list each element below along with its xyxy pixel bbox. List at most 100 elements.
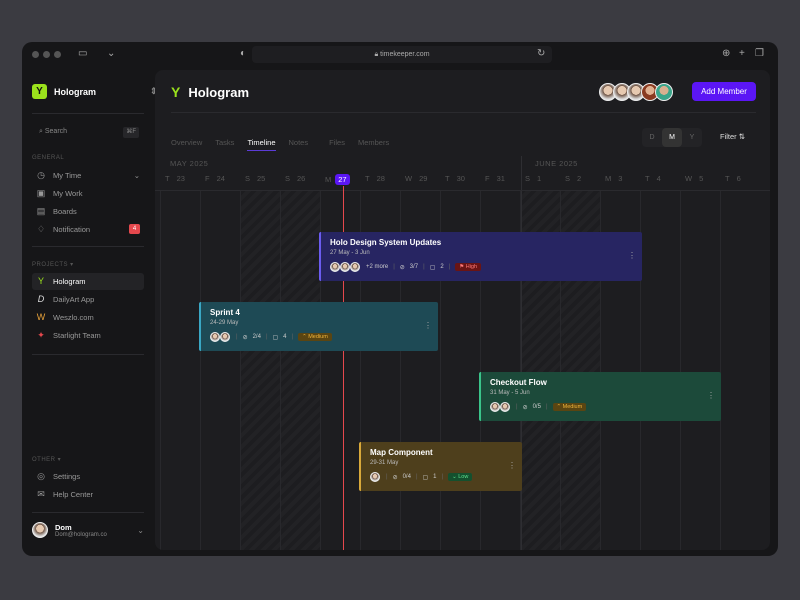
tab-bar: Overview Tasks Timeline Notes Files Memb… <box>171 138 389 151</box>
more-options-icon[interactable]: ⋮ <box>508 461 516 470</box>
priority-label: Medium <box>563 404 583 410</box>
search-shortcut: ⌘F <box>123 127 139 138</box>
task-title: Checkout Flow <box>490 378 712 387</box>
sidebar-item-my-time[interactable]: ◷My Time⌄ <box>32 167 144 184</box>
priority-badge: ⌃ Medium <box>553 403 587 411</box>
more-options-icon[interactable]: ⋮ <box>628 251 636 260</box>
member-avatars[interactable] <box>603 83 673 101</box>
tab-files[interactable]: Files <box>329 138 345 151</box>
hologram-logo-icon: Y <box>171 84 180 100</box>
close-dot[interactable] <box>32 51 39 58</box>
add-member-button[interactable]: Add Member <box>692 82 756 101</box>
avatar <box>220 332 230 342</box>
month-label: JUNE 2025 <box>535 159 578 168</box>
item-label: Hologram <box>53 273 86 290</box>
browser-toolbar: ▭ ⌄ ◐ 🔒︎ timekeeper.com ↻ ⊕ + ❐ <box>22 42 778 68</box>
day-header: S2 <box>560 174 600 183</box>
tab-overview[interactable]: Overview <box>171 138 202 151</box>
month-divider <box>521 156 522 550</box>
weekday: S <box>565 174 570 183</box>
day-header: M 27 <box>320 174 360 185</box>
item-label: DailyArt App <box>53 291 94 308</box>
shield-icon[interactable]: ◐ <box>240 48 246 59</box>
view-year[interactable]: Y <box>682 128 702 147</box>
address-bar[interactable]: 🔒︎ timekeeper.com <box>252 46 552 63</box>
sidebar-item-boards[interactable]: ▤Boards <box>32 203 144 220</box>
task-bar[interactable]: Map Component 29-31 May |⊘0/4|▢1|⌄ Low ⋮ <box>359 442 522 491</box>
sidebar-project-weszlo[interactable]: WWeszlo.com <box>32 309 144 326</box>
weekday: S <box>285 174 290 183</box>
check-icon: ⊘ <box>243 334 248 341</box>
tab-notes[interactable]: Notes <box>289 138 309 151</box>
filter-label: Filter <box>720 132 737 141</box>
browser-window: ▭ ⌄ ◐ 🔒︎ timekeeper.com ↻ ⊕ + ❐ YHologra… <box>22 42 778 556</box>
avatar <box>32 522 48 538</box>
view-mode-toggle: D M Y <box>642 128 702 147</box>
task-title: Holo Design System Updates <box>330 238 633 247</box>
section-label: PROJECTS <box>32 262 68 268</box>
weekday: M <box>325 175 331 184</box>
task-title: Sprint 4 <box>210 308 429 317</box>
sidebar-project-hologram[interactable]: YHologram <box>32 273 144 290</box>
tab-members[interactable]: Members <box>358 138 389 151</box>
zoom-dot[interactable] <box>54 51 61 58</box>
tab-tasks[interactable]: Tasks <box>215 138 234 151</box>
task-dates: 27 May - 3 Jun <box>330 250 633 256</box>
new-tab-icon[interactable]: + <box>739 48 745 59</box>
day-number: 31 <box>497 174 505 183</box>
comment-count: 1 <box>433 474 436 480</box>
minimize-dot[interactable] <box>43 51 50 58</box>
day-header: S 26 <box>280 174 320 183</box>
priority-badge: ⚑ High <box>455 263 481 271</box>
day-header: T4 <box>640 174 680 183</box>
task-bar[interactable]: Holo Design System Updates 27 May - 3 Ju… <box>319 232 642 281</box>
search-input[interactable]: ⌕ Search⌘F <box>32 124 142 140</box>
avatar <box>210 332 220 342</box>
subtask-count: 0/4 <box>403 474 411 480</box>
day-number: 26 <box>297 174 305 183</box>
tab-timeline[interactable]: Timeline <box>247 138 275 151</box>
weekday: W <box>685 174 692 183</box>
more-assignees: +2 more <box>366 264 388 270</box>
sidebar-project-starlight[interactable]: ✦Starlight Team <box>32 327 144 344</box>
day-number: 28 <box>377 174 385 183</box>
task-bar[interactable]: Sprint 4 24-29 May |⊘2/4|▢4|⌃ Medium ⋮ <box>199 302 438 351</box>
url-text: timekeeper.com <box>380 51 429 58</box>
subtask-count: 3/7 <box>410 264 418 270</box>
weekday: F <box>485 174 490 183</box>
chevron-down-icon: ⌄ <box>137 526 144 535</box>
day-column <box>280 190 320 550</box>
chevron-down-icon[interactable]: ⌄ <box>107 48 115 59</box>
timeline-grid: MAY 2025 JUNE 2025 Holo Design System Up… <box>155 156 770 550</box>
day-column <box>680 190 720 550</box>
workspace-switcher[interactable]: YHologram⇕ <box>32 84 158 99</box>
view-month[interactable]: M <box>662 128 682 147</box>
more-options-icon[interactable]: ⋮ <box>424 321 432 330</box>
more-options-icon[interactable]: ⋮ <box>707 391 715 400</box>
day-header: F 31 <box>480 174 520 183</box>
sidebar-item-help-center[interactable]: ✉Help Center <box>32 486 144 503</box>
reload-icon[interactable]: ↻ <box>537 48 545 59</box>
board-icon: ▤ <box>36 203 46 220</box>
section-general: GENERAL <box>32 155 64 161</box>
section-other[interactable]: OTHER ▾ <box>32 456 61 463</box>
download-icon[interactable]: ⊕ <box>722 48 730 59</box>
sidebar-item-my-work[interactable]: ▣My Work <box>32 185 144 202</box>
sidebar-project-dailyart[interactable]: DDailyArt App <box>32 291 144 308</box>
sidebar-item-notification[interactable]: ♢Notification4 <box>32 221 144 238</box>
sidebar-toggle-icon[interactable]: ▭ <box>78 48 87 59</box>
task-bar[interactable]: Checkout Flow 31 May - 5 Jun |⊘0/5|⌃ Med… <box>479 372 721 421</box>
section-projects[interactable]: PROJECTS ▾ <box>32 261 74 268</box>
today-badge: 27 <box>335 174 349 185</box>
user-menu[interactable]: DomDom@hologram.co⌄ <box>32 522 144 538</box>
view-day[interactable]: D <box>642 128 662 147</box>
day-number: 5 <box>699 174 703 183</box>
weekday: T <box>645 174 650 183</box>
day-header: W5 <box>680 174 720 183</box>
divider <box>171 112 756 113</box>
check-icon: ⊘ <box>400 264 405 271</box>
filter-button[interactable]: Filter ⇅ <box>720 132 745 141</box>
priority-label: High <box>466 264 477 270</box>
tabs-overview-icon[interactable]: ❐ <box>755 48 764 59</box>
sidebar-item-settings[interactable]: ◎Settings <box>32 468 144 485</box>
